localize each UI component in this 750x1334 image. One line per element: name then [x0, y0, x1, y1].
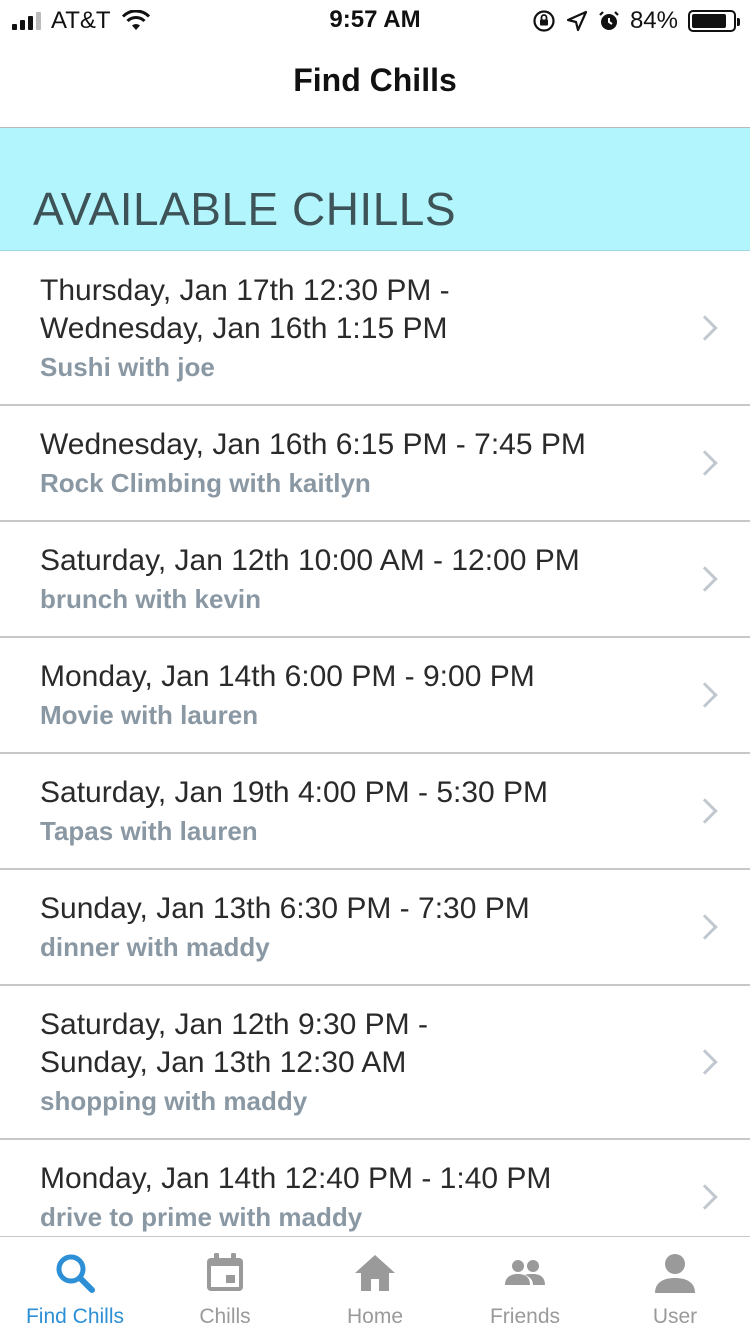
tab-bar: Find Chills Chills Home Friends User	[0, 1236, 750, 1334]
chill-title: drive to prime with maddy	[40, 1202, 363, 1232]
chill-time: Saturday, Jan 12th 10:00 AM - 12:00 PM	[40, 544, 580, 577]
chevron-right-icon	[692, 566, 718, 592]
chill-title: Movie with lauren	[40, 700, 259, 730]
chill-title: shopping with maddy	[40, 1086, 308, 1116]
tab-chills[interactable]: Chills	[150, 1237, 300, 1334]
tab-home[interactable]: Home	[300, 1237, 450, 1334]
chill-row[interactable]: Monday, Jan 14th 6:00 PM - 9:00 PM Movie …	[0, 638, 750, 754]
section-header: AVAILABLE CHILLS	[0, 128, 750, 251]
tab-label: User	[652, 1305, 698, 1328]
tab-label: Find Chills	[25, 1305, 125, 1328]
tab-find-chills[interactable]: Find Chills	[0, 1237, 150, 1334]
battery-level	[692, 14, 726, 28]
navigation-bar: Find Chills	[0, 40, 750, 128]
chill-list: Thursday, Jan 17th 12:30 PM - Wednesday, …	[0, 252, 750, 1256]
calendar-icon	[207, 1253, 243, 1291]
chill-row[interactable]: Saturday, Jan 12th 10:00 AM - 12:00 PM br…	[0, 522, 750, 638]
chill-time: Wednesday, Jan 16th 6:15 PM - 7:45 PM	[40, 428, 586, 461]
chill-title: brunch with kevin	[40, 584, 262, 614]
section-title: AVAILABLE CHILLS	[33, 183, 457, 235]
tab-label: Friends	[489, 1305, 561, 1328]
chill-row[interactable]: Saturday, Jan 12th 9:30 PM - Sunday, Jan …	[0, 986, 750, 1140]
chevron-right-icon	[692, 682, 718, 708]
chill-title: Tapas with lauren	[40, 816, 258, 846]
chill-time: Thursday, Jan 17th 12:30 PM -	[40, 274, 450, 307]
status-bar: AT&T 9:57 AM 84%	[0, 0, 750, 40]
chill-time: Saturday, Jan 19th 4:00 PM - 5:30 PM	[40, 776, 549, 809]
chevron-right-icon	[692, 450, 718, 476]
chill-title: dinner with maddy	[40, 932, 270, 962]
chevron-right-icon	[692, 315, 718, 341]
chill-row[interactable]: Thursday, Jan 17th 12:30 PM - Wednesday, …	[0, 252, 750, 406]
tab-user[interactable]: User	[600, 1237, 750, 1334]
battery-icon	[688, 10, 740, 32]
tab-label: Chills	[199, 1305, 251, 1328]
page-title: Find Chills	[293, 62, 457, 98]
chill-time: Saturday, Jan 12th 9:30 PM -	[40, 1008, 428, 1041]
status-bar-right: 84%	[532, 6, 740, 36]
chevron-right-icon	[692, 798, 718, 824]
chill-row[interactable]: Sunday, Jan 13th 6:30 PM - 7:30 PM dinner…	[0, 870, 750, 986]
chill-title: Sushi with joe	[40, 352, 215, 382]
orientation-lock-icon	[533, 10, 555, 32]
location-icon	[566, 10, 588, 32]
chill-title: Rock Climbing with kaitlyn	[40, 468, 371, 498]
chevron-right-icon	[692, 1184, 718, 1210]
chill-time-continued: Sunday, Jan 13th 12:30 AM	[40, 1046, 407, 1079]
friends-icon	[505, 1260, 545, 1285]
chill-time: Monday, Jan 14th 12:40 PM - 1:40 PM	[40, 1162, 552, 1195]
alarm-icon	[599, 11, 619, 30]
tab-friends[interactable]: Friends	[450, 1237, 600, 1334]
chill-time-continued: Wednesday, Jan 16th 1:15 PM	[40, 312, 448, 345]
home-icon	[355, 1255, 395, 1291]
chill-time: Sunday, Jan 13th 6:30 PM - 7:30 PM	[40, 892, 530, 925]
search-icon	[56, 1254, 95, 1293]
chevron-right-icon	[692, 914, 718, 940]
chill-row[interactable]: Saturday, Jan 19th 4:00 PM - 5:30 PM Tapa…	[0, 754, 750, 870]
chill-row[interactable]: Wednesday, Jan 16th 6:15 PM - 7:45 PM Roc…	[0, 406, 750, 522]
user-icon	[655, 1254, 695, 1293]
tab-label: Home	[346, 1305, 404, 1328]
chill-time: Monday, Jan 14th 6:00 PM - 9:00 PM	[40, 660, 535, 693]
chevron-right-icon	[692, 1049, 718, 1075]
battery-percent: 84%	[629, 7, 678, 34]
